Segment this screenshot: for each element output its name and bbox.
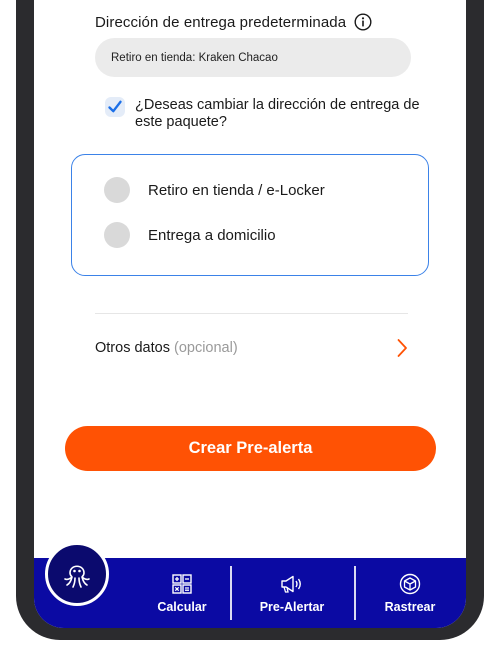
change-address-option[interactable]: ¿Deseas cambiar la dirección de entrega …	[105, 97, 425, 131]
calculator-icon	[172, 573, 192, 594]
nav-item-calcular[interactable]: Calcular	[134, 558, 230, 628]
checkmark-icon	[108, 100, 122, 113]
section-divider	[95, 313, 408, 314]
megaphone-icon	[281, 575, 301, 593]
change-address-checkbox[interactable]	[105, 97, 125, 117]
home-mascot-button[interactable]	[45, 542, 109, 606]
package-icon	[399, 573, 421, 594]
create-prealert-button[interactable]: Crear Pre-alerta	[65, 426, 436, 471]
nav-label-pre-alertar: Pre-Alertar	[259, 599, 325, 614]
nav-item-rastrear[interactable]: Rastrear	[354, 558, 466, 628]
store-pickup-label: Retiro en tienda / e-Locker	[148, 181, 325, 199]
info-icon[interactable]	[354, 13, 372, 31]
default-address-label: Dirección de entrega predeterminada	[95, 13, 372, 31]
other-data-title: Otros datos	[95, 340, 170, 356]
home-delivery-label: Entrega a domicilio	[148, 226, 276, 244]
change-address-question: ¿Deseas cambiar la dirección de entrega …	[135, 97, 420, 130]
nav-label-calcular: Calcular	[157, 599, 207, 614]
default-address-field: Retiro en tienda: Kraken Chacao	[95, 38, 411, 77]
chevron-right-icon[interactable]	[396, 338, 408, 358]
default-address-value: Retiro en tienda: Kraken Chacao	[111, 51, 278, 64]
delivery-options-card: Retiro en tienda / e-Locker Entrega a do…	[71, 154, 429, 276]
default-address-label-text: Dirección de entrega predeterminada	[95, 13, 347, 31]
store-pickup-radio[interactable]	[104, 177, 130, 203]
other-data-label: Otros datos (opcional)	[95, 340, 238, 356]
option-home-delivery[interactable]: Entrega a domicilio	[104, 222, 276, 248]
octopus-icon	[64, 565, 90, 588]
home-delivery-radio[interactable]	[104, 222, 130, 248]
other-data-row[interactable]: Otros datos (opcional)	[95, 338, 408, 358]
nav-label-rastrear: Rastrear	[384, 599, 436, 614]
other-data-optional: (opcional)	[173, 340, 238, 356]
option-store-pickup[interactable]: Retiro en tienda / e-Locker	[104, 177, 325, 203]
nav-item-pre-alertar[interactable]: Pre-Alertar	[230, 558, 354, 628]
phone-screen: Dirección de entrega predeterminada Reti…	[34, 0, 466, 628]
